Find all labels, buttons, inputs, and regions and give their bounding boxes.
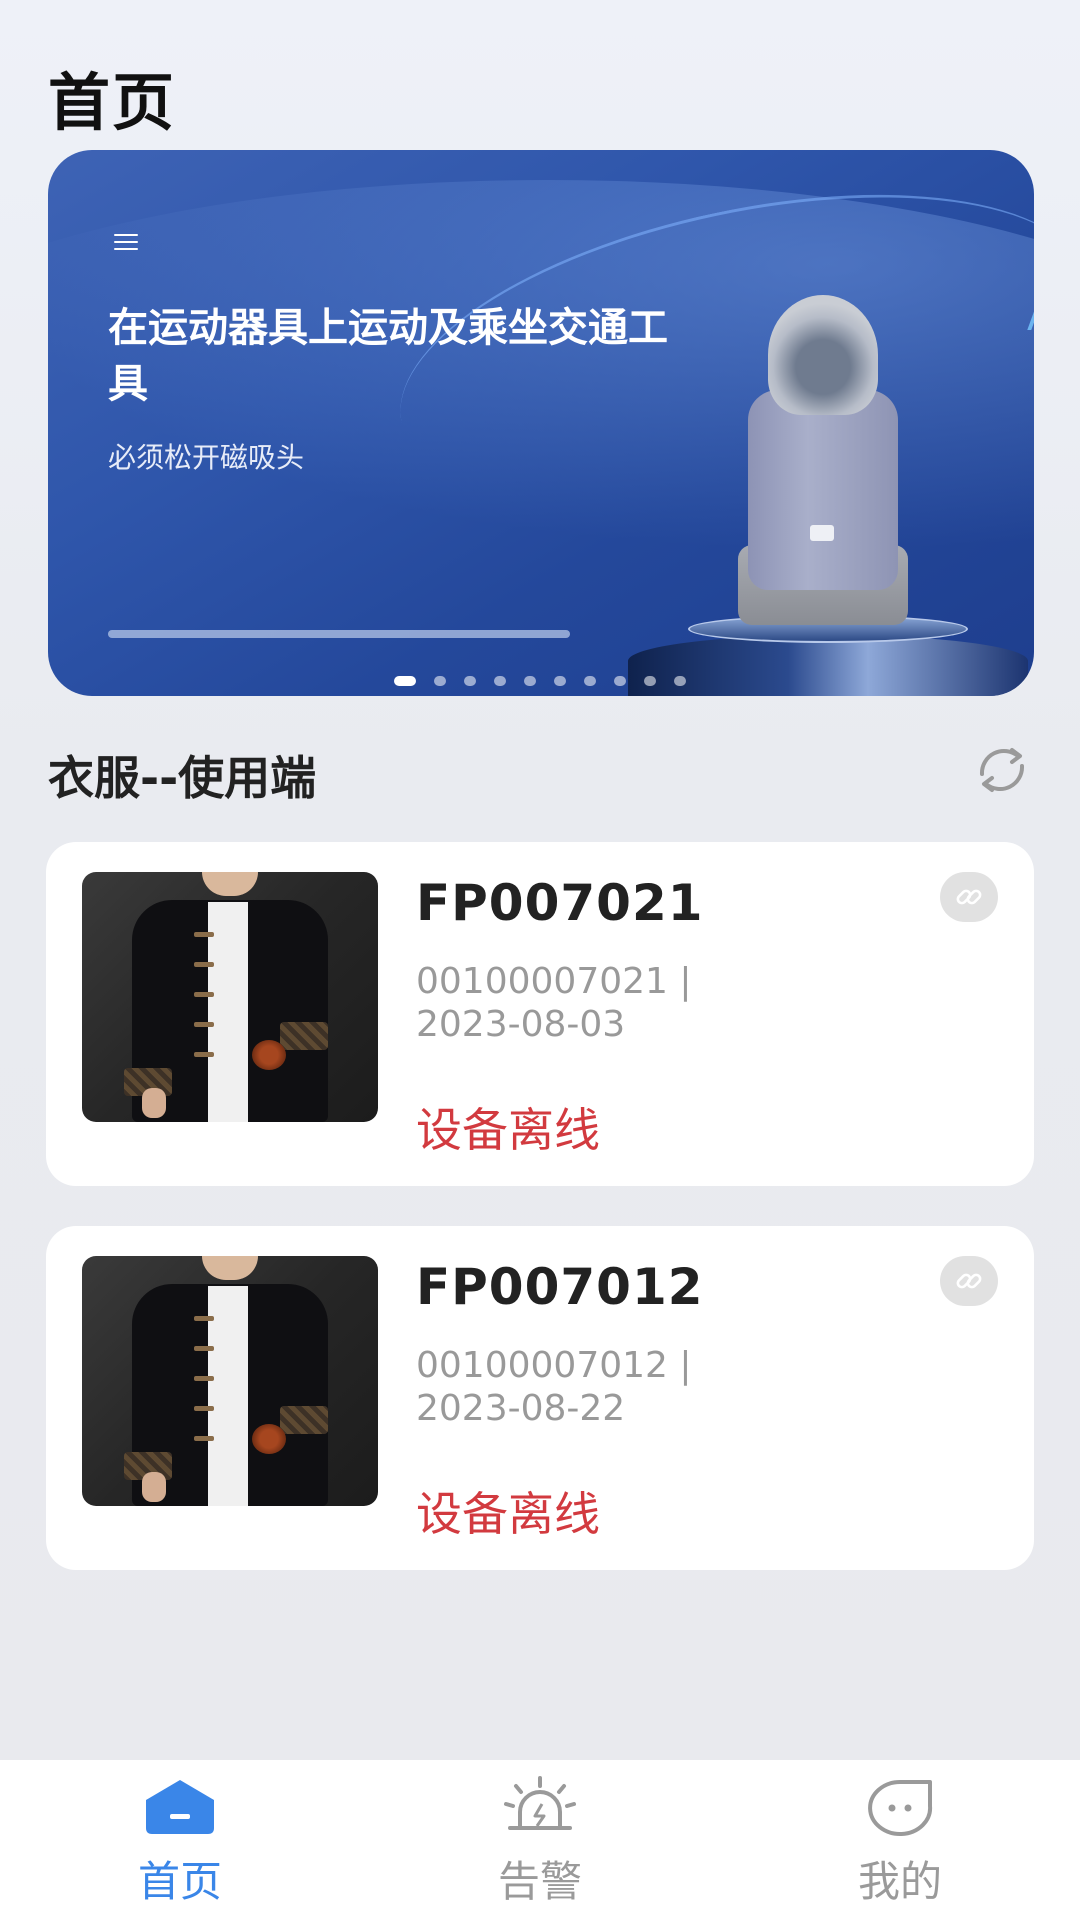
device-code: FP007012 (416, 1258, 704, 1316)
carousel-dot[interactable] (614, 676, 626, 686)
banner-decorative-bar (108, 630, 570, 638)
alarm-icon (500, 1774, 580, 1840)
carousel-dot[interactable] (464, 676, 476, 686)
device-product-image (82, 1256, 378, 1506)
tab-profile-label: 我的 (857, 1857, 942, 1906)
banner-subline: 必须松开磁吸头 (108, 441, 305, 474)
carousel-indicator[interactable] (394, 676, 704, 686)
section-title: 衣服--使用端 (48, 751, 317, 805)
menu-icon (114, 234, 138, 252)
profile-icon (860, 1774, 940, 1840)
carousel-dot[interactable] (674, 676, 686, 686)
tab-alarm[interactable]: 告警 (360, 1760, 720, 1920)
device-serial-date: 00100007012 | 2023-08-22 (416, 1345, 692, 1429)
tab-home-label: 首页 (137, 1857, 222, 1906)
tab-home[interactable]: 首页 (0, 1760, 360, 1920)
promo-banner-carousel[interactable]: 在运动器具上运动及乘坐交通工具 必须松开磁吸头 (48, 150, 1034, 696)
carousel-dot[interactable] (494, 676, 506, 686)
home-icon (140, 1774, 220, 1840)
refresh-icon[interactable] (972, 744, 1032, 796)
tab-alarm-label: 告警 (497, 1857, 582, 1906)
link-icon[interactable] (940, 872, 998, 922)
carousel-dot[interactable] (644, 676, 656, 686)
bottom-tab-bar: 首页 告警 我的 (0, 1760, 1080, 1920)
device-status: 设备离线 (416, 1103, 600, 1157)
page-title: 首页 (48, 66, 177, 139)
device-card[interactable]: FP007012 00100007012 | 2023-08-22 设备离线 (46, 1226, 1034, 1570)
device-status: 设备离线 (416, 1487, 600, 1541)
device-product-image (82, 872, 378, 1122)
carousel-dot[interactable] (524, 676, 536, 686)
carousel-dot[interactable] (584, 676, 596, 686)
carousel-dot[interactable] (554, 676, 566, 686)
device-serial-date: 00100007021 | 2023-08-03 (416, 961, 692, 1045)
carousel-dot[interactable] (434, 676, 446, 686)
device-code: FP007021 (416, 874, 704, 932)
device-card[interactable]: FP007021 00100007021 | 2023-08-03 设备离线 (46, 842, 1034, 1186)
tab-profile[interactable]: 我的 (720, 1760, 1080, 1920)
carousel-dot-active[interactable] (394, 676, 416, 686)
vest-product-image (738, 295, 908, 625)
banner-headline: 在运动器具上运动及乘坐交通工具 (108, 305, 668, 407)
link-icon[interactable] (940, 1256, 998, 1306)
